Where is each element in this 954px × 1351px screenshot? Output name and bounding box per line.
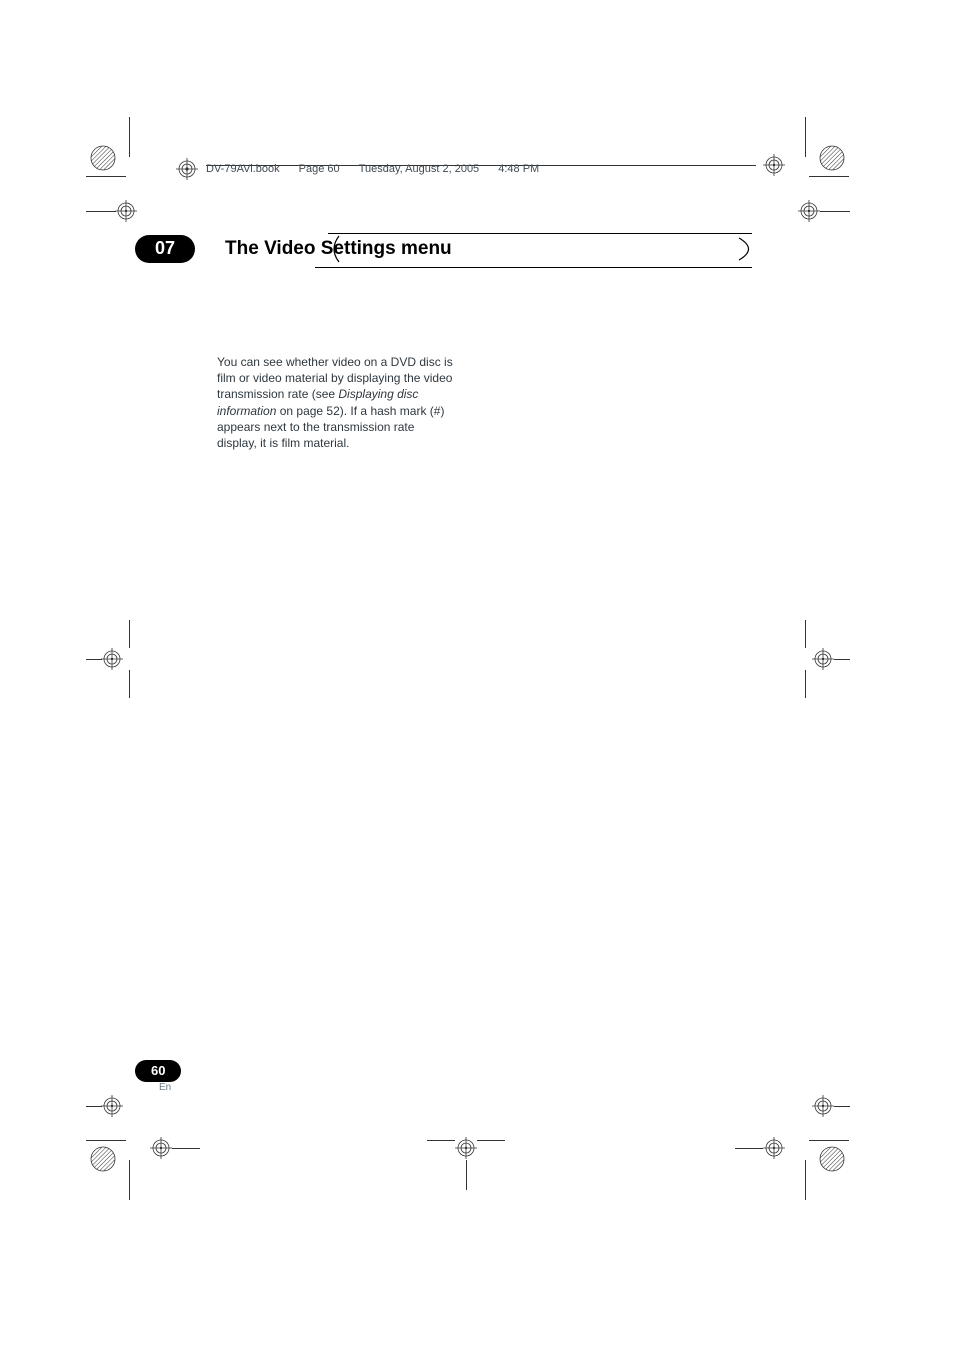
chapter-number-badge: 07 xyxy=(135,235,195,263)
print-corner-mark-tl xyxy=(90,145,116,171)
crop-line xyxy=(86,1106,102,1107)
header-row: DV-79AVi.book Page 60 Tuesday, August 2,… xyxy=(176,158,539,180)
crosshair-icon xyxy=(763,1137,785,1159)
page-number-badge: 60 xyxy=(135,1060,181,1082)
crop-line xyxy=(805,620,806,648)
body-paragraph: You can see whether video on a DVD disc … xyxy=(217,354,457,451)
crosshair-icon xyxy=(101,648,123,670)
crop-line xyxy=(809,176,849,177)
header-date: Tuesday, August 2, 2005 xyxy=(359,163,479,175)
print-corner-mark-tr xyxy=(819,145,845,171)
crosshair-icon xyxy=(101,1095,123,1117)
chapter-heading: 07 The Video Settings menu xyxy=(135,235,760,263)
crop-line xyxy=(834,1106,850,1107)
crosshair-icon xyxy=(115,200,137,222)
crop-line xyxy=(86,176,126,177)
crosshair-icon xyxy=(812,1095,834,1117)
crosshair-icon xyxy=(763,154,785,176)
header-filename: DV-79AVi.book xyxy=(206,163,280,175)
heading-rule xyxy=(315,267,752,268)
crosshair-icon xyxy=(150,1137,172,1159)
crop-line xyxy=(735,1148,763,1149)
crop-line xyxy=(805,117,806,157)
heading-left-cap-icon xyxy=(327,235,341,263)
print-corner-mark-bl xyxy=(90,1146,116,1172)
language-label: En xyxy=(159,1082,171,1093)
crop-line xyxy=(129,620,130,648)
crop-line xyxy=(86,211,116,212)
crop-line xyxy=(172,1148,200,1149)
crop-line xyxy=(805,670,806,698)
crosshair-icon xyxy=(176,158,198,180)
crop-line xyxy=(477,1140,505,1141)
body-text-column: You can see whether video on a DVD disc … xyxy=(217,354,457,451)
crop-line xyxy=(129,1160,130,1200)
print-corner-mark-br xyxy=(819,1146,845,1172)
crop-line xyxy=(466,1160,467,1190)
crop-line xyxy=(805,1160,806,1200)
crop-line xyxy=(834,659,850,660)
crop-line xyxy=(809,1140,849,1141)
crosshair-icon xyxy=(455,1137,477,1159)
crop-line xyxy=(129,117,130,157)
crop-line xyxy=(427,1140,455,1141)
header-page-info: Page 60 xyxy=(299,163,340,175)
crop-line xyxy=(820,211,850,212)
crop-line xyxy=(86,659,102,660)
page-number: 60 xyxy=(151,1063,165,1078)
crosshair-icon xyxy=(812,648,834,670)
crop-line xyxy=(129,670,130,698)
heading-rule xyxy=(328,233,752,234)
crop-line xyxy=(86,1140,126,1141)
header-time: 4:48 PM xyxy=(498,163,539,175)
heading-right-cap-icon xyxy=(738,237,760,261)
crosshair-icon xyxy=(798,200,820,222)
chapter-number: 07 xyxy=(155,238,175,258)
